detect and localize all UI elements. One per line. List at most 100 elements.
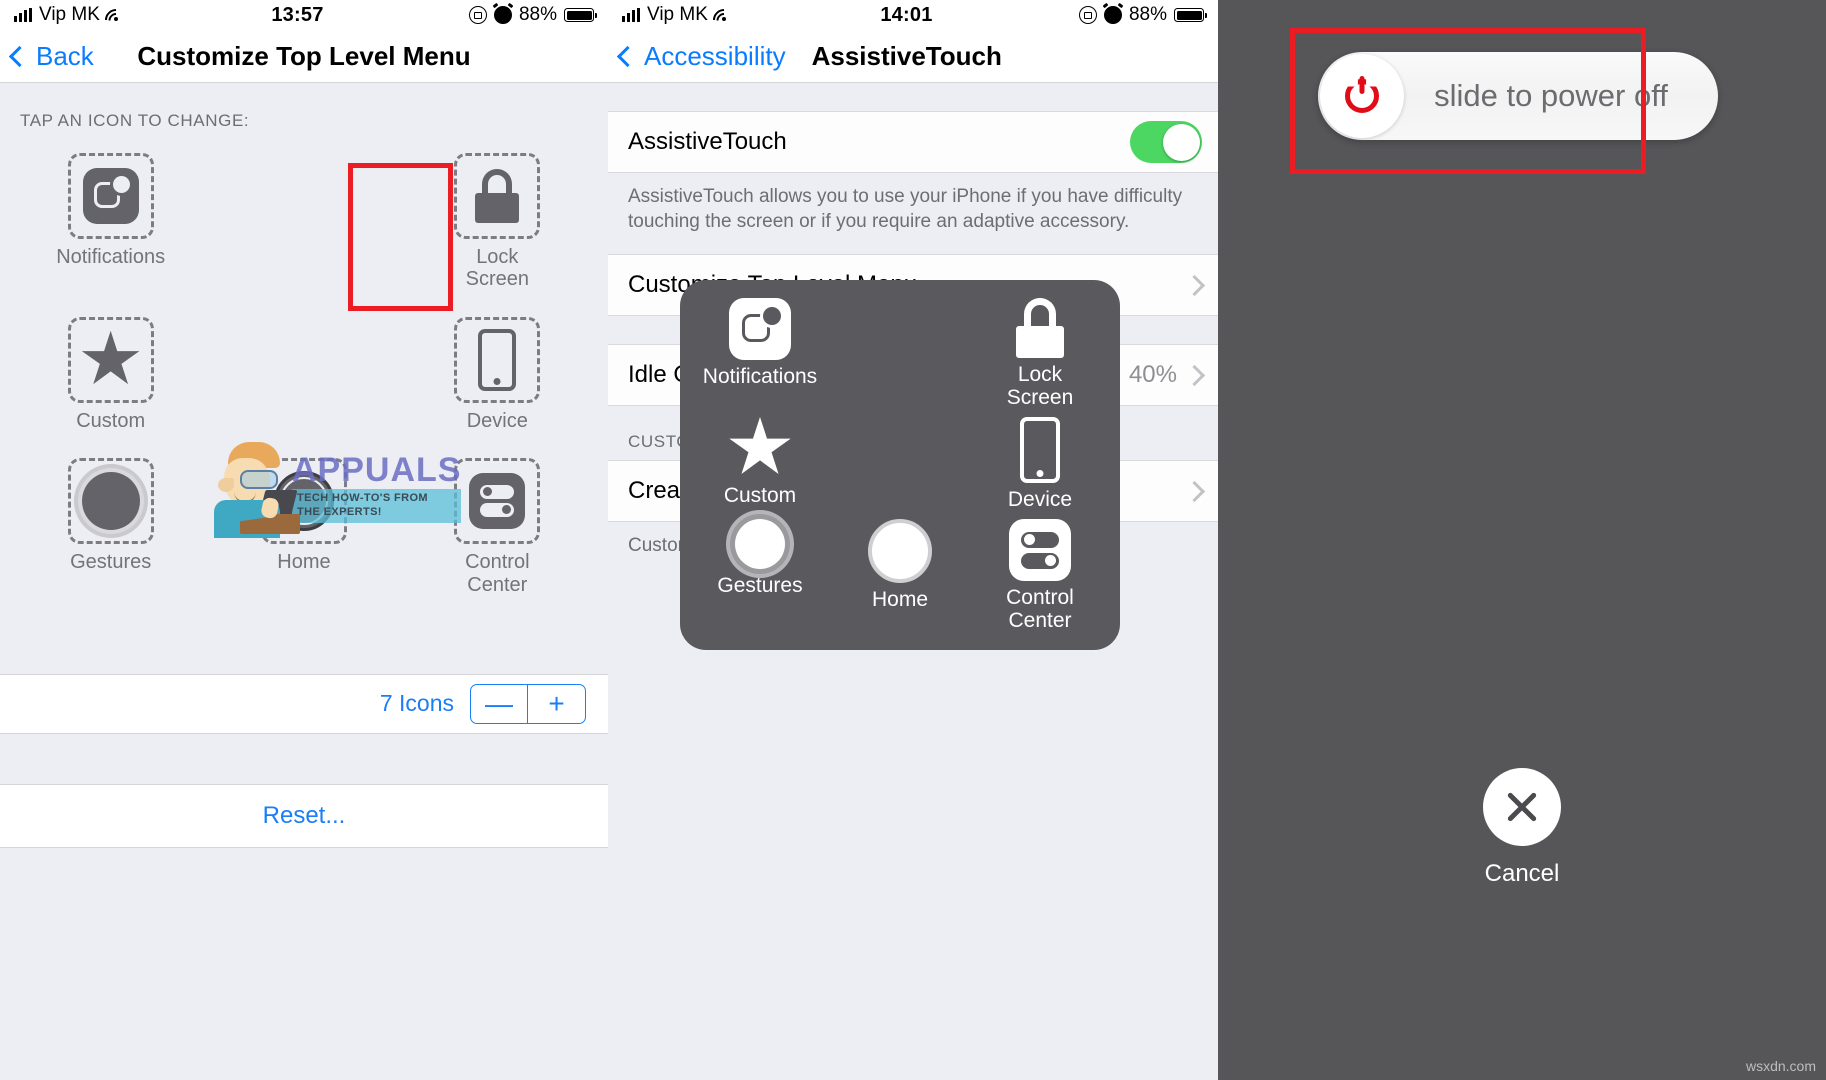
chevron-right-icon [1183, 480, 1206, 502]
icon-cell-device[interactable]: Device [417, 316, 577, 432]
icon-cell-label: Control Center [465, 551, 530, 596]
dashed-slot [260, 458, 347, 545]
nav-bar-middle: Accessibility AssistiveTouch [608, 30, 1218, 83]
at-item-lock-screen[interactable]: Lock Screen [970, 297, 1110, 409]
notifications-icon [729, 297, 791, 360]
page-title: AssistiveTouch [811, 40, 1002, 71]
star-icon [81, 330, 140, 385]
icon-count-row: 7 Icons — + [0, 673, 608, 734]
at-item-notifications[interactable]: Notifications [690, 297, 830, 409]
home-icon [868, 519, 932, 584]
three-panel-screenshot: Vip MK 13:57 88% Back Customize Top Leve… [0, 0, 1826, 1080]
at-item-label: Notifications [702, 364, 818, 388]
device-icon [478, 328, 517, 391]
clock-label: 13:57 [271, 3, 324, 26]
icon-cell-empty[interactable] [224, 153, 384, 291]
left-screen: Vip MK 13:57 88% Back Customize Top Leve… [0, 0, 608, 1080]
icon-cell-label: Home [277, 551, 331, 574]
at-item-empty [830, 417, 970, 511]
close-x-icon [1504, 789, 1540, 825]
home-icon [273, 471, 334, 532]
slider-knob[interactable] [1320, 54, 1404, 138]
at-item-empty [830, 298, 970, 409]
rotation-lock-icon [468, 6, 487, 24]
gestures-icon [81, 472, 140, 531]
status-bar-right-group: 88% [468, 4, 597, 26]
assistivetouch-footnote: AssistiveTouch allows you to use your iP… [628, 186, 1183, 232]
control-center-icon [469, 473, 526, 530]
lock-icon [1014, 297, 1066, 358]
section-header: TAP AN ICON TO CHANGE: [20, 111, 250, 130]
left-body: TAP AN ICON TO CHANGE: Notifications Loc… [0, 83, 608, 848]
chevron-left-icon [616, 45, 639, 67]
status-bar-left-group: Vip MK [622, 4, 740, 36]
control-center-icon [1009, 519, 1071, 582]
status-bar-middle: Vip MK 14:01 88% [608, 0, 1218, 36]
dashed-slot [67, 458, 154, 545]
icon-cell-custom[interactable]: Custom [31, 316, 191, 432]
dashed-slot [67, 153, 154, 239]
icon-cell-lock-screen[interactable]: Lock Screen [417, 153, 577, 291]
reset-button[interactable]: Reset... [0, 783, 608, 848]
device-icon [1020, 416, 1060, 483]
at-item-label: Control Center [1006, 586, 1074, 633]
icon-cell-control-center[interactable]: Control Center [417, 458, 577, 596]
assistivetouch-toggle[interactable] [1130, 121, 1202, 163]
status-bar-right-group: 88% [1078, 4, 1207, 26]
signal-bars-icon [14, 8, 32, 22]
slide-to-power-off-slider[interactable]: slide to power off [1318, 52, 1718, 140]
back-button-accessibility[interactable]: Accessibility [608, 41, 786, 72]
signal-bars-icon [622, 8, 640, 22]
notifications-icon [82, 168, 139, 224]
icon-grid: Notifications LockScreen Custom Device [0, 131, 608, 628]
list-top-gap [608, 83, 1218, 111]
right-screen-power-off: slide to power off Cancel APPUALS TECH H… [1218, 0, 1826, 1080]
dashed-slot [454, 458, 541, 545]
decrease-icons-button[interactable]: — [470, 683, 528, 724]
at-item-label: Gestures [717, 574, 803, 598]
back-button[interactable]: Back [0, 41, 94, 72]
rotation-lock-icon [1078, 6, 1097, 24]
row-title: AssistiveTouch [628, 128, 787, 155]
wifi-icon [708, 4, 740, 36]
icon-cell-label: Lock Screen [465, 246, 529, 291]
at-item-gestures[interactable]: Gestures [690, 519, 830, 632]
nav-bar-left: Back Customize Top Level Menu [0, 30, 608, 83]
at-item-label: Custom [723, 483, 797, 507]
at-item-device[interactable]: Device [970, 416, 1110, 511]
assistivetouch-floating-menu: Notifications Lock Screen Custom Device G… [680, 280, 1120, 650]
icon-count-stepper: — + [470, 683, 586, 724]
at-item-control-center[interactable]: Control Center [970, 519, 1110, 632]
alarm-clock-icon [493, 6, 512, 24]
at-item-custom[interactable]: Custom [690, 416, 830, 511]
icon-cell-gestures[interactable]: Gestures [31, 458, 191, 596]
chevron-right-icon [1183, 364, 1206, 386]
at-item-home[interactable]: Home [830, 519, 970, 632]
icon-cell-label: Gestures [70, 551, 152, 574]
dashed-slot [454, 316, 541, 403]
clock-label: 14:01 [880, 3, 933, 26]
at-item-label: Device [1007, 487, 1073, 511]
back-button-label: Back [36, 40, 94, 71]
icon-cell-notifications[interactable]: Notifications [31, 153, 191, 291]
back-button-label: Accessibility [644, 40, 786, 71]
icon-count-label: 7 Icons [379, 690, 454, 717]
row-assistivetouch-toggle[interactable]: AssistiveTouch [608, 111, 1218, 173]
icon-cell-home[interactable]: Home [224, 458, 384, 596]
slider-label: slide to power off [1434, 78, 1668, 113]
cancel-button[interactable]: Cancel [1483, 768, 1561, 888]
carrier-label: Vip MK [647, 4, 708, 25]
increase-icons-button[interactable]: + [528, 683, 586, 724]
dashed-slot [454, 153, 541, 239]
source-watermark: wsxdn.com [1745, 1058, 1816, 1074]
gestures-icon [735, 519, 785, 570]
icon-cell-empty[interactable] [224, 317, 384, 432]
battery-percent-label: 88% [518, 4, 557, 25]
battery-icon [1174, 8, 1207, 22]
battery-icon [564, 8, 597, 22]
icon-cell-label: Device [466, 409, 528, 432]
battery-percent-label: 88% [1128, 4, 1167, 25]
power-icon [1345, 76, 1379, 113]
power-off-slider-wrap: slide to power off [1318, 52, 1718, 152]
cancel-button-label: Cancel [1484, 860, 1560, 887]
